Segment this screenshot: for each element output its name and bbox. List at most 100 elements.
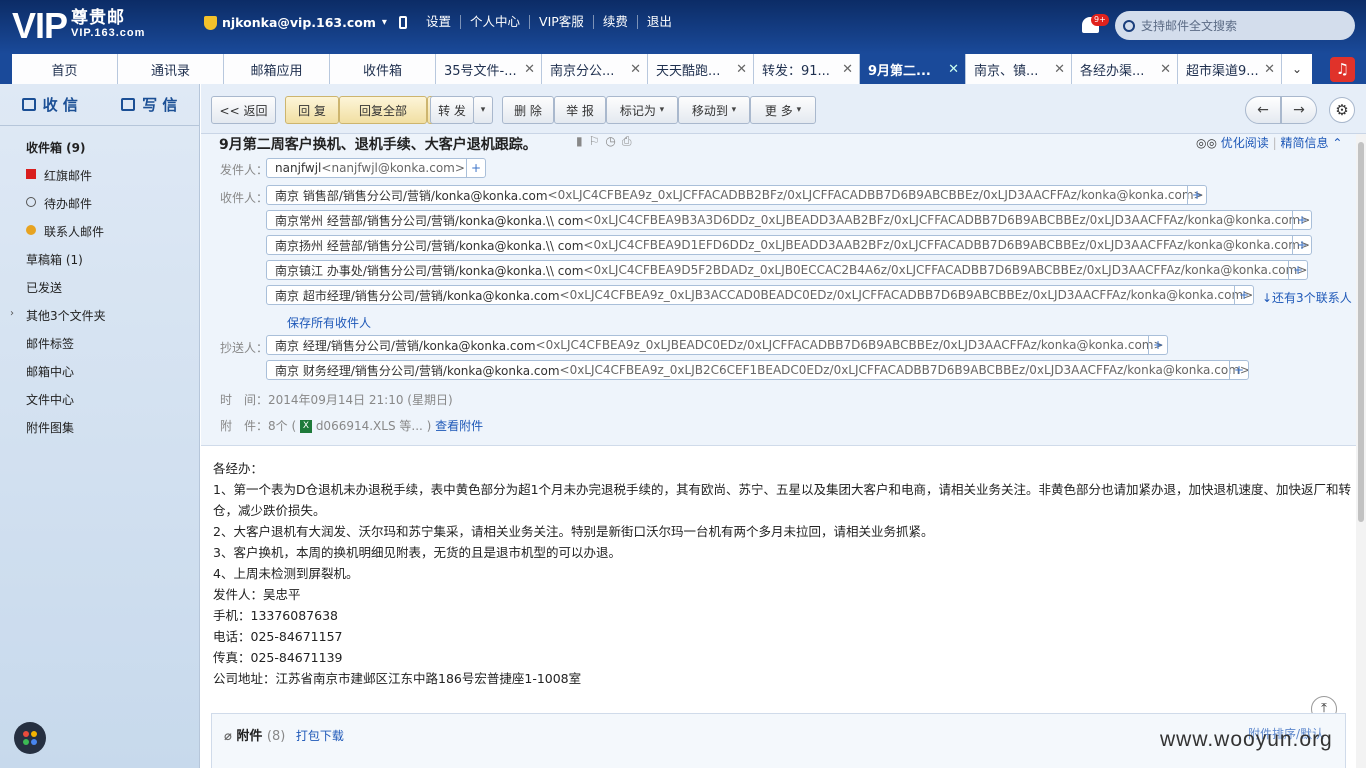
chevron-down-icon: ▾ — [480, 105, 486, 115]
user-account-menu[interactable]: njkonka@vip.163.com ▾ — [204, 15, 407, 30]
sidebar-item-drafts[interactable]: 草稿箱 (1) — [26, 251, 83, 268]
tab-label: 各经办渠... — [1080, 63, 1145, 79]
sidebar-item-file-center[interactable]: 文件中心 — [26, 391, 74, 408]
add-contact-icon[interactable]: + — [1229, 361, 1248, 379]
sidebar-item-inbox[interactable]: 收件箱 (9) — [26, 139, 86, 156]
to-chip[interactable]: 南京常州 经营部/销售分公司/营销/konka@konka.\\ com <0xL… — [266, 210, 1312, 230]
cc-chip[interactable]: 南京 财务经理/销售分公司/营销/konka@konka.com <0xLJC4C… — [266, 360, 1249, 380]
add-contact-icon[interactable]: + — [1292, 236, 1311, 254]
report-button[interactable]: 举 报 — [554, 96, 606, 124]
download-all-link[interactable]: 打包下载 — [296, 729, 344, 743]
chevron-right-icon[interactable]: › — [10, 308, 14, 319]
sidebar-item-contact-mail[interactable]: 联系人邮件 — [44, 223, 104, 240]
next-mail-button[interactable]: → — [1281, 96, 1317, 124]
apps-launcher-icon[interactable] — [14, 722, 46, 754]
link-logout[interactable]: 退出 — [638, 15, 681, 29]
move-to-label: 移动到 — [691, 103, 728, 118]
glasses-icon: ◎◎ — [1196, 136, 1217, 150]
close-icon[interactable]: ✕ — [948, 62, 959, 77]
tab-contacts[interactable]: 通讯录 — [118, 54, 224, 84]
flag-icon[interactable]: ⚐ — [589, 134, 606, 148]
brief-info-link[interactable]: 精简信息 — [1280, 136, 1328, 150]
bookmark-icon[interactable]: ▮ — [576, 134, 589, 148]
tab-home[interactable]: 首页 — [12, 54, 118, 84]
tab-mail-8[interactable]: 超市渠道9... ✕ — [1178, 54, 1282, 84]
optimize-read-link[interactable]: 优化阅读 — [1221, 136, 1269, 150]
add-contact-icon[interactable]: + — [1234, 286, 1253, 304]
vip-logo[interactable]: VIP 尊贵邮 VIP.163.com — [12, 6, 145, 46]
link-personal-center[interactable]: 个人中心 — [461, 15, 531, 29]
close-icon[interactable]: ✕ — [842, 62, 853, 77]
sidebar-item-todo[interactable]: 待办邮件 — [44, 195, 92, 212]
link-vip-service[interactable]: VIP客服 — [530, 15, 594, 29]
reply-button[interactable]: 回 复 — [285, 96, 339, 124]
receive-mail-button[interactable]: 收 信 — [0, 84, 100, 125]
clock-icon — [26, 197, 36, 207]
add-contact-icon[interactable]: + — [1187, 186, 1206, 204]
search-input[interactable]: 支持邮件全文搜索 — [1115, 11, 1355, 40]
add-contact-icon[interactable]: + — [1292, 211, 1311, 229]
scrollbar-thumb[interactable] — [1358, 142, 1364, 522]
gear-icon[interactable]: ⚙ — [1329, 97, 1355, 123]
previous-mail-button[interactable]: ← — [1245, 96, 1281, 124]
to-chip[interactable]: 南京扬州 经营部/销售分公司/营销/konka@konka.\\ com <0xL… — [266, 235, 1312, 255]
tab-mail-7[interactable]: 各经办渠... ✕ — [1072, 54, 1178, 84]
more-dropdown[interactable]: 更 多 ▾ — [750, 96, 816, 124]
sidebar-item-mail-center[interactable]: 邮箱中心 — [26, 363, 74, 380]
to-chip[interactable]: 南京 超市经理/销售分公司/营销/konka@konka.com <0xLJC4C… — [266, 285, 1254, 305]
link-settings[interactable]: 设置 — [417, 15, 462, 29]
forward-dropdown[interactable]: ▾ — [473, 96, 493, 124]
more-recipients-link[interactable]: ↓还有3个联系人 — [1262, 289, 1352, 306]
to-chip[interactable]: 南京镇江 办事处/销售分公司/营销/konka@konka.\\ com <0xL… — [266, 260, 1308, 280]
attachment-file[interactable]: d066914.XLS 等... ) — [316, 419, 432, 433]
tab-mail-3[interactable]: 天天酷跑... ✕ — [648, 54, 754, 84]
tab-mail-active[interactable]: 9月第二... ✕ — [860, 54, 966, 84]
write-mail-button[interactable]: 写 信 — [100, 84, 200, 125]
cc-chip[interactable]: 南京 经理/销售分公司/营销/konka@konka.com <0xLJC4CFB… — [266, 335, 1168, 355]
save-all-recipients-link[interactable]: 保存所有收件人 — [287, 314, 371, 331]
top-links: 设置 个人中心 VIP客服 续费 退出 — [417, 15, 681, 29]
close-icon[interactable]: ✕ — [1054, 62, 1065, 77]
tab-apps[interactable]: 邮箱应用 — [224, 54, 330, 84]
recipient-address: <0xLJC4CFBEA9D1EFD6DDz_0xLJBEADD3AAB2BFz… — [583, 238, 1310, 252]
tab-mail-1[interactable]: 35号文件-... ✕ — [436, 54, 542, 84]
sidebar-item-sent[interactable]: 已发送 — [26, 279, 62, 296]
recipient-name: 南京 超市经理/销售分公司/营销/konka@konka.com — [275, 288, 560, 303]
add-contact-icon[interactable]: + — [1288, 261, 1307, 279]
from-chip[interactable]: nanjfwjl <nanjfwjl@konka.com> + — [266, 158, 486, 178]
tab-mail-4[interactable]: 转发：91... ✕ — [754, 54, 860, 84]
add-contact-icon[interactable]: + — [466, 159, 485, 177]
music-icon[interactable]: ♫ — [1330, 57, 1355, 82]
close-icon[interactable]: ✕ — [1264, 62, 1275, 77]
reminder-clock-icon[interactable]: ◷ — [605, 134, 621, 148]
tab-mail-2[interactable]: 南京分公... ✕ — [542, 54, 648, 84]
delete-button[interactable]: 删 除 — [502, 96, 554, 124]
tab-label: 邮箱应用 — [250, 63, 303, 79]
close-icon[interactable]: ✕ — [524, 62, 535, 77]
from-name: nanjfwjl — [275, 161, 322, 175]
print-icon[interactable]: ⎙ — [622, 134, 638, 148]
sidebar-item-labels[interactable]: 邮件标签 — [26, 335, 74, 352]
link-renew[interactable]: 续费 — [594, 15, 638, 29]
tab-label: 35号文件-... — [444, 63, 517, 79]
close-icon[interactable]: ✕ — [630, 62, 641, 77]
close-icon[interactable]: ✕ — [1160, 62, 1171, 77]
sidebar-item-flagged[interactable]: 红旗邮件 — [44, 167, 92, 184]
reply-all-button[interactable]: 回复全部 — [339, 96, 427, 124]
move-to-dropdown[interactable]: 移动到 ▾ — [678, 96, 750, 124]
tab-mail-6[interactable]: 南京、镇... ✕ — [966, 54, 1072, 84]
tab-overflow-button[interactable]: ⌄ — [1282, 54, 1312, 84]
forward-button[interactable]: 转 发 — [430, 96, 474, 124]
close-icon[interactable]: ✕ — [736, 62, 747, 77]
sidebar-item-other-folders[interactable]: 其他3个文件夹 — [26, 307, 106, 324]
back-button[interactable]: << 返回 — [211, 96, 276, 124]
mobile-icon[interactable] — [398, 16, 407, 29]
cc-name: 南京 财务经理/销售分公司/营销/konka@konka.com — [275, 363, 560, 378]
more-label: 更 多 — [764, 103, 793, 118]
to-chip[interactable]: 南京 销售部/销售分公司/营销/konka@konka.com <0xLJC4CF… — [266, 185, 1207, 205]
mark-as-dropdown[interactable]: 标记为 ▾ — [606, 96, 678, 124]
sidebar-item-attachment-gallery[interactable]: 附件图集 — [26, 419, 74, 436]
view-attachments-link[interactable]: 查看附件 — [435, 419, 483, 433]
tab-inbox[interactable]: 收件箱 — [330, 54, 436, 84]
add-contact-icon[interactable]: + — [1148, 336, 1167, 354]
